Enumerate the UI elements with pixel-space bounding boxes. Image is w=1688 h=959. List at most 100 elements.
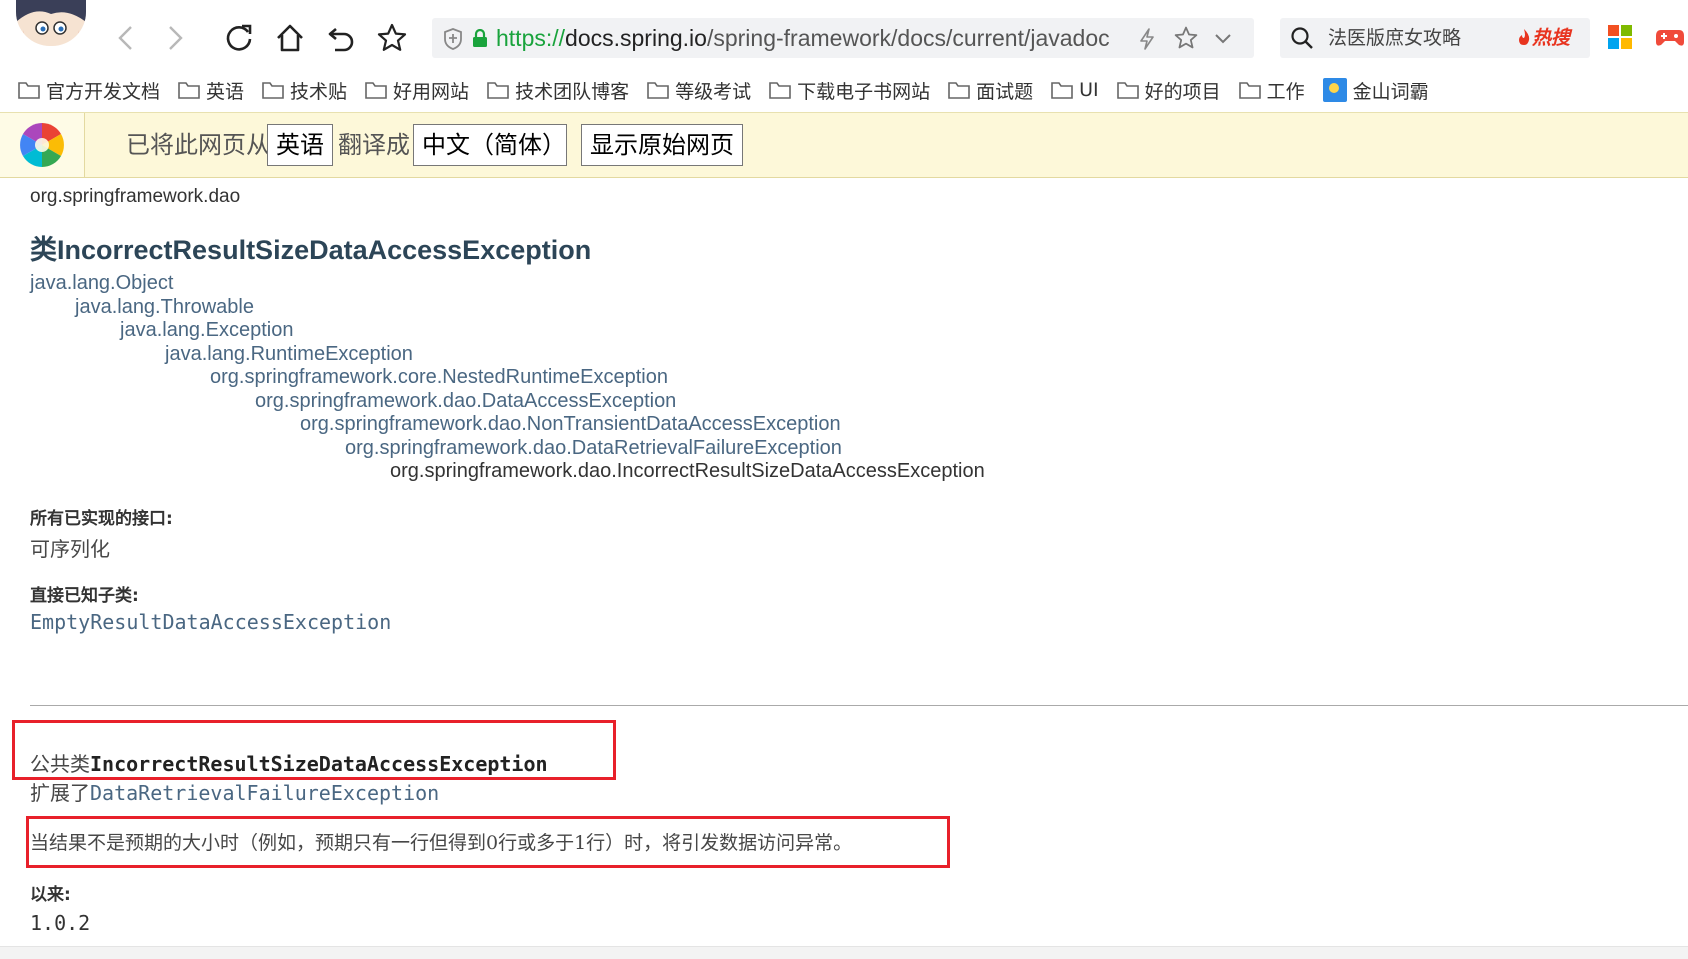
inheritance-link[interactable]: org.springframework.dao.DataAccessExcept…: [255, 390, 676, 413]
bookmark-folder[interactable]: 等级考试: [647, 77, 751, 104]
undo-close-tab-button[interactable]: [321, 18, 361, 58]
inheritance-current: org.springframework.dao.IncorrectResultS…: [390, 460, 985, 482]
show-original-button[interactable]: 显示原始网页: [581, 124, 743, 166]
chevron-down-icon[interactable]: [1212, 28, 1234, 48]
bookmark-star-icon[interactable]: [1174, 26, 1198, 50]
undo-icon: [328, 28, 354, 52]
translate-message-middle: 翻译成: [338, 131, 410, 159]
bookmark-folder[interactable]: 下载电子书网站: [769, 77, 930, 104]
folder-icon: [1238, 82, 1261, 99]
extends-keyword: 扩展了: [30, 781, 90, 805]
bookmark-folder[interactable]: 好的项目: [1116, 77, 1221, 104]
bookmark-label: 下载电子书网站: [797, 80, 931, 103]
bookmark-folder[interactable]: 技术贴: [262, 77, 347, 104]
folder-icon: [1116, 82, 1139, 99]
extends-link[interactable]: DataRetrievalFailureException: [90, 781, 439, 805]
url-path: /spring-framework/docs/current/javadoc: [706, 25, 1110, 51]
url-scheme: https://: [496, 25, 566, 51]
bookmark-folder[interactable]: 英语: [178, 77, 244, 104]
folder-icon: [769, 82, 791, 99]
folder-icon: [948, 82, 970, 99]
since-value: 1.0.2: [30, 911, 91, 935]
kingsoft-icon: [1322, 78, 1347, 102]
bookmark-folder[interactable]: 工作: [1238, 77, 1305, 104]
inheritance-link[interactable]: org.springframework.dao.NonTransientData…: [300, 413, 841, 436]
bookmark-link[interactable]: 金山词霸: [1322, 77, 1429, 104]
bookmark-label: 官方开发文档: [46, 80, 161, 103]
highlight-box-description: [26, 816, 950, 868]
bookmark-label: 工作: [1266, 80, 1305, 103]
bookmark-label: 英语: [206, 80, 245, 103]
bookmark-folder[interactable]: 好用网站: [365, 77, 469, 104]
url-host: docs.spring.io: [565, 25, 707, 51]
home-icon: [277, 24, 303, 52]
apps-grid-icon[interactable]: [1607, 24, 1633, 50]
javadoc-content: org.springframework.dao 类IncorrectResult…: [0, 178, 1688, 959]
lock-icon: [473, 29, 487, 47]
bookmark-label: 面试题: [976, 80, 1034, 103]
search-icon[interactable]: [1290, 26, 1314, 50]
bookmark-label: 金山词霸: [1352, 80, 1429, 103]
folder-icon: [1051, 82, 1073, 99]
folder-icon: [262, 82, 284, 99]
package-name: org.springframework.dao: [30, 186, 241, 207]
bookmark-label: 技术贴: [290, 80, 348, 103]
inheritance-link[interactable]: java.lang.Exception: [120, 319, 293, 342]
interfaces-label: 所有已实现的接口:: [30, 509, 173, 529]
inheritance-link[interactable]: org.springframework.core.NestedRuntimeEx…: [210, 366, 668, 389]
translate-bar: 已将此网页从 英语 翻译成 中文（简体） 显示原始网页: [0, 112, 1688, 178]
search-box[interactable]: 法医版庶女攻略 热搜: [1280, 18, 1590, 58]
bookmark-label: UI: [1079, 79, 1099, 101]
chevron-right-icon: [169, 26, 183, 50]
back-button[interactable]: [106, 18, 146, 58]
bookmark-label: 好的项目: [1144, 80, 1221, 103]
target-language-button[interactable]: 中文（简体）: [413, 124, 567, 166]
forward-button[interactable]: [155, 18, 195, 58]
browser-toolbar: https://docs.spring.io/spring-framework/…: [0, 0, 1688, 68]
gamepad-icon[interactable]: [1655, 24, 1685, 50]
star-icon: [377, 23, 407, 51]
bookmark-folder[interactable]: 面试题: [948, 77, 1033, 104]
translate-message: 已将此网页从: [126, 131, 270, 159]
lightning-icon[interactable]: [1138, 27, 1156, 51]
translate-pinwheel-icon: [20, 123, 64, 167]
favorite-button[interactable]: [372, 18, 412, 58]
home-button[interactable]: [270, 18, 310, 58]
folder-icon: [18, 82, 40, 99]
bookmark-label: 好用网站: [393, 80, 470, 103]
folder-icon: [365, 82, 387, 99]
reload-icon: [226, 24, 252, 51]
reload-button[interactable]: [219, 18, 259, 58]
search-suggestion-text[interactable]: 法医版庶女攻略: [1328, 18, 1461, 58]
chevron-left-icon: [118, 26, 132, 50]
flame-icon: [1519, 29, 1530, 45]
class-extends: 扩展了DataRetrievalFailureException: [30, 777, 439, 806]
hot-search-badge[interactable]: 热搜: [1516, 18, 1570, 58]
inheritance-link[interactable]: java.lang.RuntimeException: [165, 343, 413, 366]
translate-logo: [0, 113, 85, 177]
since-label: 以来:: [30, 885, 71, 905]
inheritance-link[interactable]: java.lang.Throwable: [75, 296, 254, 319]
inheritance-link[interactable]: org.springframework.dao.DataRetrievalFai…: [345, 437, 842, 460]
bookmark-label: 等级考试: [675, 80, 752, 103]
url-text[interactable]: https://docs.spring.io/spring-framework/…: [496, 18, 1156, 58]
user-avatar[interactable]: [16, 0, 86, 46]
divider: [30, 705, 1688, 706]
subclasses-label: 直接已知子类:: [30, 586, 139, 606]
bookmarks-bar: 官方开发文档 英语 技术贴 好用网站 技术团队博客 等级考试 下载电子书网站 面…: [0, 68, 1688, 112]
bookmark-folder[interactable]: UI: [1051, 79, 1099, 101]
folder-icon: [487, 82, 509, 99]
hot-search-label: 热搜: [1532, 27, 1571, 49]
inheritance-link[interactable]: java.lang.Object: [30, 272, 173, 295]
address-bar[interactable]: https://docs.spring.io/spring-framework/…: [432, 18, 1254, 58]
page-title: 类IncorrectResultSizeDataAccessException: [30, 235, 592, 265]
bookmark-label: 技术团队博客: [515, 80, 630, 103]
bookmark-folder[interactable]: 官方开发文档: [18, 77, 160, 104]
source-language-button[interactable]: 英语: [267, 124, 333, 166]
subclass-link[interactable]: EmptyResultDataAccessException: [30, 610, 391, 634]
interfaces-value[interactable]: 可序列化: [30, 533, 110, 562]
page-footer-strip: [0, 946, 1688, 959]
security-shield-icon[interactable]: [442, 27, 464, 51]
folder-icon: [647, 82, 669, 99]
bookmark-folder[interactable]: 技术团队博客: [487, 77, 629, 104]
